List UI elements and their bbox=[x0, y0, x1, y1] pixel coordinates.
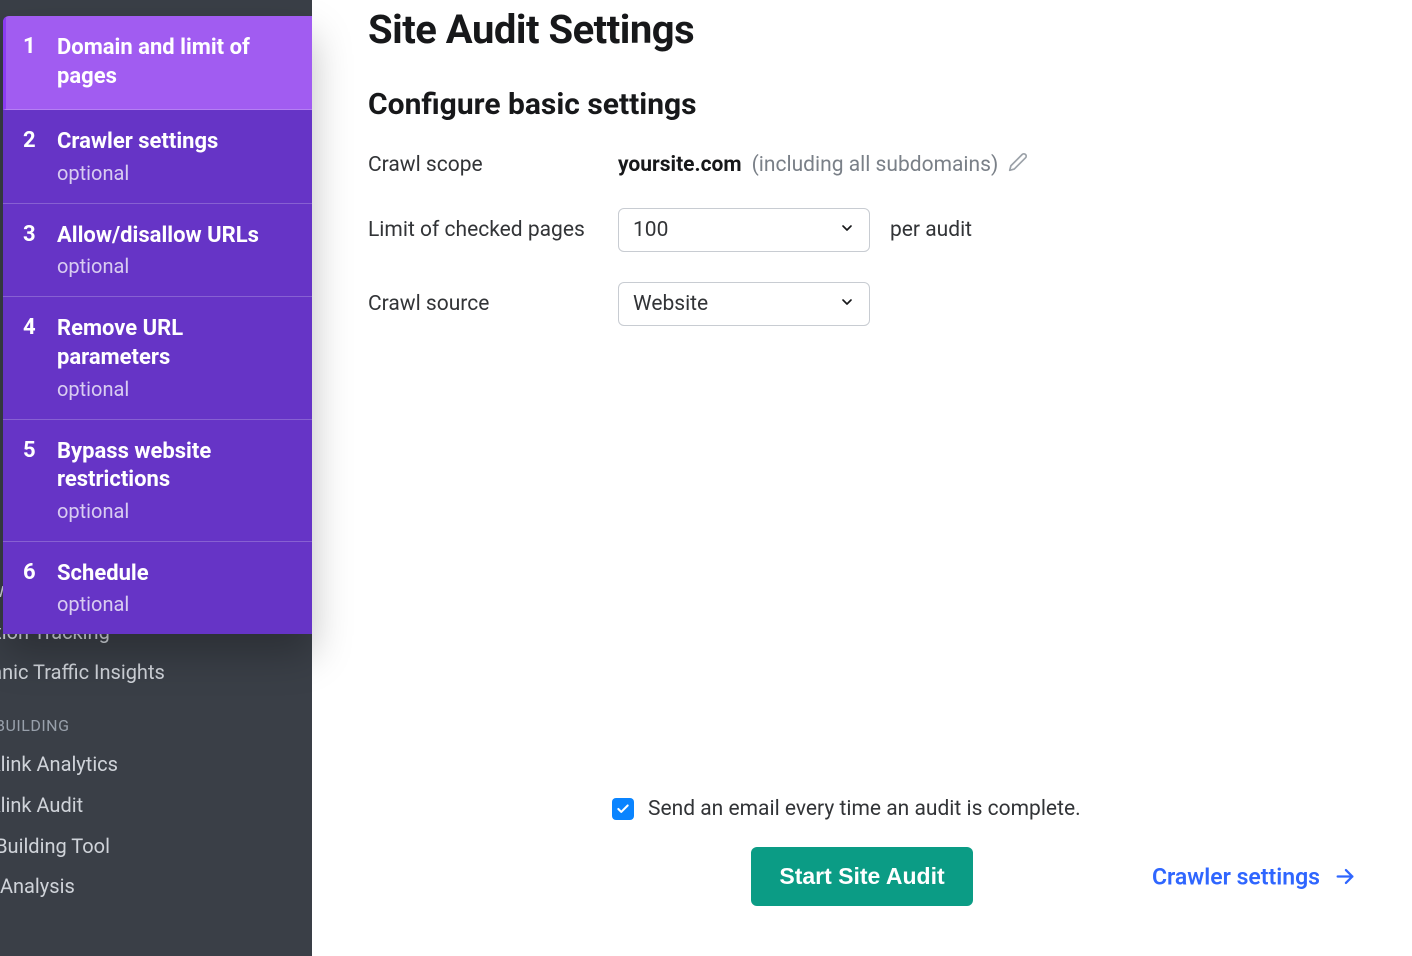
step-number: 6 bbox=[23, 560, 57, 617]
step-number: 4 bbox=[23, 315, 57, 400]
limit-select-value: 100 bbox=[633, 218, 668, 242]
step-title: Remove URL parameters bbox=[57, 315, 292, 372]
footer: Send an email every time an audit is com… bbox=[312, 797, 1412, 956]
start-audit-button[interactable]: Start Site Audit bbox=[751, 847, 972, 906]
bg-heading-link-building: K BUILDING bbox=[0, 716, 69, 735]
bg-menu-bulk-analysis: lk Analysis bbox=[0, 874, 75, 898]
wizard-steps: 1 Domain and limit of pages 2 Crawler se… bbox=[3, 16, 312, 634]
step-bypass-restrictions[interactable]: 5 Bypass website restrictions optional bbox=[3, 420, 312, 542]
limit-suffix: per audit bbox=[890, 218, 972, 242]
step-title: Schedule bbox=[57, 560, 292, 589]
step-optional-label: optional bbox=[57, 499, 292, 523]
bg-menu-backlink-analytics: cklink Analytics bbox=[0, 752, 118, 776]
step-number: 3 bbox=[23, 222, 57, 279]
next-link-label: Crawler settings bbox=[1152, 863, 1320, 890]
crawl-scope-hint: (including all subdomains) bbox=[752, 153, 999, 177]
step-schedule[interactable]: 6 Schedule optional bbox=[3, 542, 312, 635]
step-number: 2 bbox=[23, 128, 57, 185]
section-title: Configure basic settings bbox=[368, 87, 1356, 122]
arrow-right-icon bbox=[1334, 866, 1356, 888]
step-title: Crawler settings bbox=[57, 128, 292, 157]
email-checkbox-label: Send an email every time an audit is com… bbox=[648, 797, 1081, 821]
crawl-source-select[interactable]: Website bbox=[618, 282, 870, 326]
step-allow-disallow[interactable]: 3 Allow/disallow URLs optional bbox=[3, 204, 312, 298]
check-icon bbox=[616, 802, 630, 816]
crawl-source-value: Website bbox=[633, 292, 708, 316]
chevron-down-icon bbox=[839, 292, 855, 316]
settings-form: Crawl scope yoursite.com (including all … bbox=[368, 152, 1356, 326]
label-crawl-source: Crawl source bbox=[368, 292, 618, 316]
step-crawler-settings[interactable]: 2 Crawler settings optional bbox=[3, 110, 312, 204]
next-crawler-settings-link[interactable]: Crawler settings bbox=[1152, 863, 1356, 890]
step-optional-label: optional bbox=[57, 377, 292, 401]
step-remove-url-params[interactable]: 4 Remove URL parameters optional bbox=[3, 297, 312, 419]
bg-menu-organic-traffic: ganic Traffic Insights bbox=[0, 660, 165, 684]
email-checkbox[interactable] bbox=[612, 798, 634, 820]
step-number: 1 bbox=[23, 34, 57, 91]
bg-menu-backlink-audit: cklink Audit bbox=[0, 793, 83, 817]
step-title: Bypass website restrictions bbox=[57, 438, 292, 495]
crawl-scope-domain: yoursite.com bbox=[618, 153, 742, 177]
step-optional-label: optional bbox=[57, 254, 292, 278]
crawl-scope-value: yoursite.com (including all subdomains) bbox=[618, 152, 1356, 178]
edit-icon[interactable] bbox=[1008, 152, 1028, 178]
bg-menu-link-building-tool: k Building Tool bbox=[0, 834, 110, 858]
main-panel: Site Audit Settings Configure basic sett… bbox=[312, 0, 1412, 956]
step-domain-limit[interactable]: 1 Domain and limit of pages bbox=[3, 16, 312, 110]
step-optional-label: optional bbox=[57, 592, 292, 616]
label-crawl-scope: Crawl scope bbox=[368, 153, 618, 177]
page-title: Site Audit Settings bbox=[368, 6, 1356, 53]
chevron-down-icon bbox=[839, 218, 855, 242]
step-number: 5 bbox=[23, 438, 57, 523]
step-optional-label: optional bbox=[57, 161, 292, 185]
step-title: Domain and limit of pages bbox=[57, 34, 292, 91]
step-title: Allow/disallow URLs bbox=[57, 222, 292, 251]
label-limit: Limit of checked pages bbox=[368, 218, 618, 242]
limit-select[interactable]: 100 bbox=[618, 208, 870, 252]
